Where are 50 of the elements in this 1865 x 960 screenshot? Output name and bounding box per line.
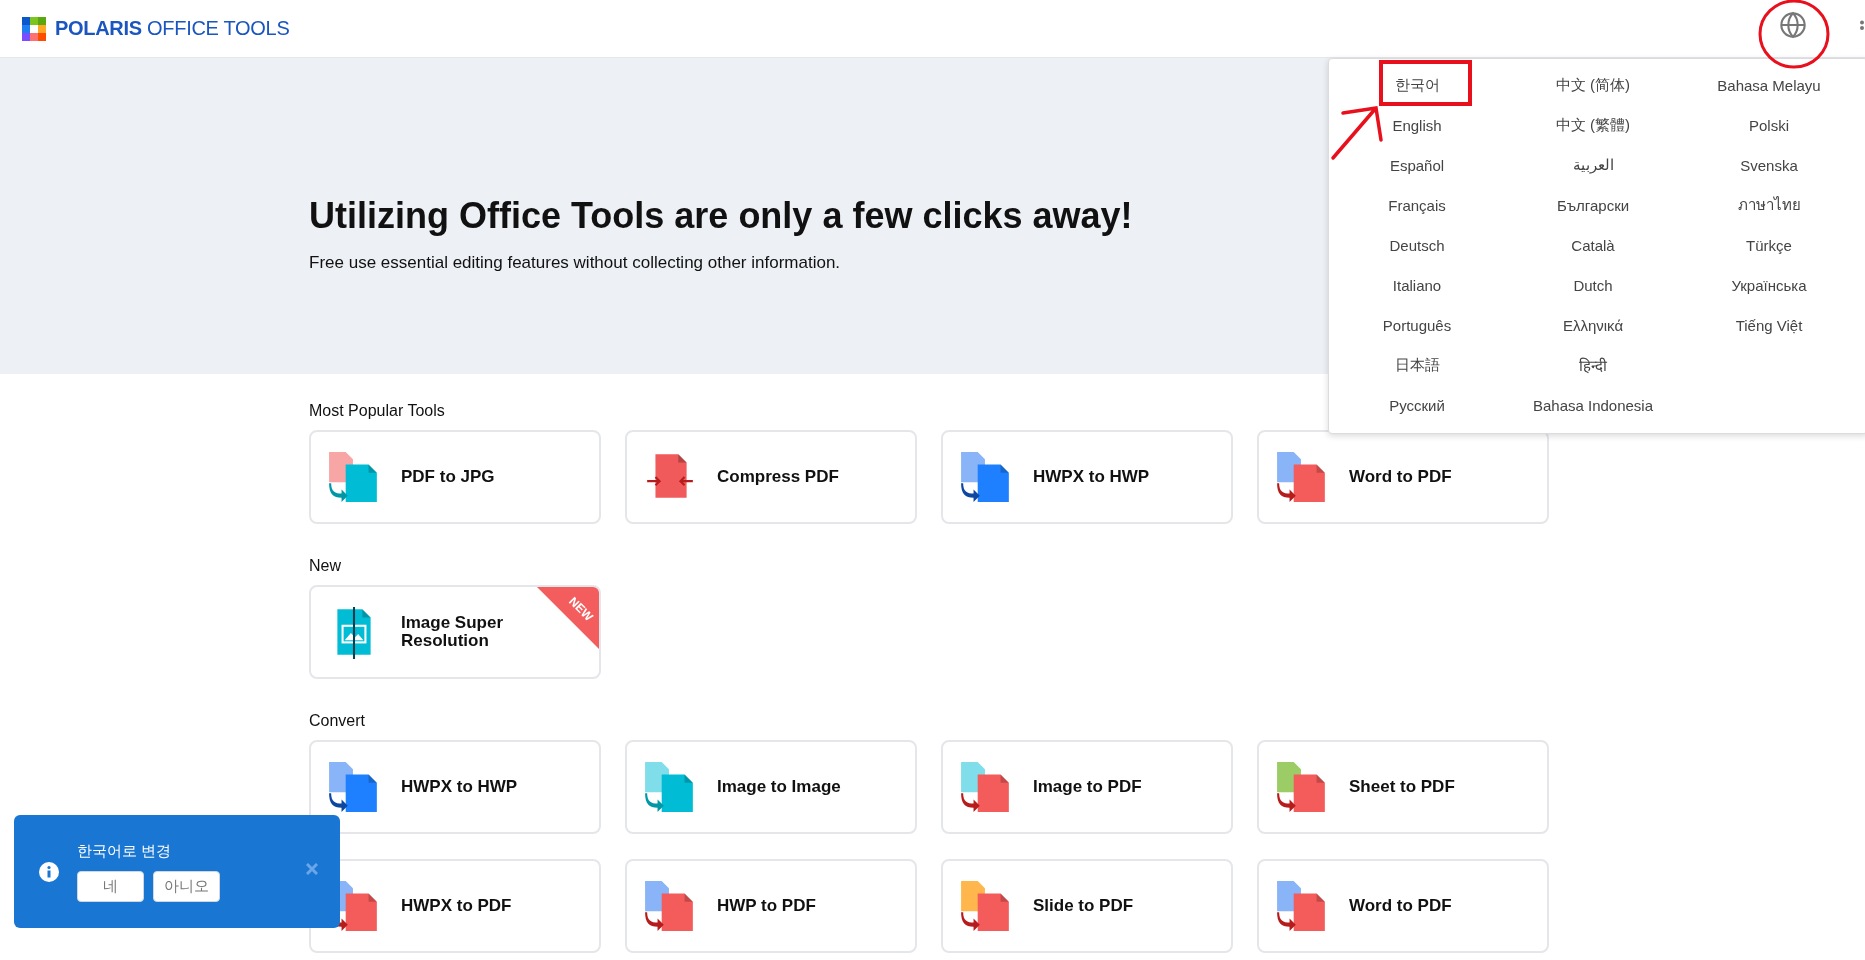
language-option[interactable]: Português	[1382, 316, 1452, 334]
hero-title: Utilizing Office Tools are only a few clicks away!	[309, 195, 1133, 237]
language-option[interactable]: Русский	[1389, 396, 1445, 414]
language-option[interactable]: हिन्दी	[1579, 355, 1607, 375]
tool-card[interactable]: HWP to PDF	[625, 859, 917, 953]
logo-icon	[22, 16, 46, 41]
language-option[interactable]: Български	[1556, 196, 1630, 214]
language-option[interactable]: Polski	[1749, 116, 1789, 134]
language-option[interactable]: 日本語	[1394, 355, 1440, 375]
language-option[interactable]: 中文 (简体)	[1555, 75, 1631, 95]
tool-card[interactable]: Image to PDF	[941, 740, 1233, 834]
toast-button[interactable]: 네	[77, 870, 144, 902]
language-option[interactable]: Français	[1388, 196, 1446, 214]
language-option[interactable]: 中文 (繁體)	[1555, 115, 1631, 135]
tool-card[interactable]: Image to Image	[625, 740, 917, 834]
tool-card[interactable]: HWPX to HWP	[941, 430, 1233, 524]
language-option[interactable]: Ελληνικά	[1562, 316, 1624, 334]
brand-name[interactable]: POLARIS OFFICE TOOLS	[55, 17, 290, 40]
language-option[interactable]: English	[1392, 116, 1442, 134]
language-option[interactable]: Dutch	[1573, 276, 1613, 294]
language-option[interactable]: Català	[1571, 236, 1615, 254]
tool-card[interactable]: Slide to PDF	[941, 859, 1233, 953]
annotation-arrow	[1331, 106, 1383, 160]
tool-card[interactable]: PDF to JPG	[309, 430, 601, 524]
language-option[interactable]: Deutsch	[1389, 236, 1445, 254]
hero-subtitle: Free use essential editing features without collecting other information.	[309, 253, 841, 273]
section-title: New	[309, 557, 341, 575]
info-icon	[39, 861, 59, 882]
language-option[interactable]: Türkçe	[1746, 236, 1792, 254]
language-option[interactable]: Tiếng Việt	[1735, 316, 1803, 334]
tool-card[interactable]: Word to PDF	[1257, 430, 1549, 524]
language-option[interactable]: العربية	[1572, 156, 1614, 174]
language-option[interactable]: 한국어	[1394, 75, 1440, 95]
language-option[interactable]: Bahasa Melayu	[1717, 76, 1821, 94]
toast-message: 한국어로 변경	[77, 841, 173, 861]
tool-card[interactable]: Word to PDF	[1257, 859, 1549, 953]
tool-card[interactable]: HWPX to PDF	[309, 859, 601, 953]
tool-card[interactable]: Compress PDF	[625, 430, 917, 524]
language-option[interactable]: Svenska	[1740, 156, 1798, 174]
language-option[interactable]: ภาษาไทย	[1737, 193, 1801, 217]
tool-card[interactable]: HWPX to HWP	[309, 740, 601, 834]
tool-card[interactable]: Sheet to PDF	[1257, 740, 1549, 834]
language-option[interactable]: Bahasa Indonesia	[1532, 396, 1654, 414]
language-option[interactable]: Español	[1389, 156, 1445, 174]
section-title: Most Popular Tools	[309, 402, 445, 420]
language-option[interactable]: Українська	[1731, 276, 1807, 294]
toast-button[interactable]: 아니오	[153, 870, 220, 902]
section-title: Convert	[309, 712, 366, 730]
language-option[interactable]: Italiano	[1392, 276, 1442, 294]
globe-icon[interactable]	[1779, 11, 1807, 39]
